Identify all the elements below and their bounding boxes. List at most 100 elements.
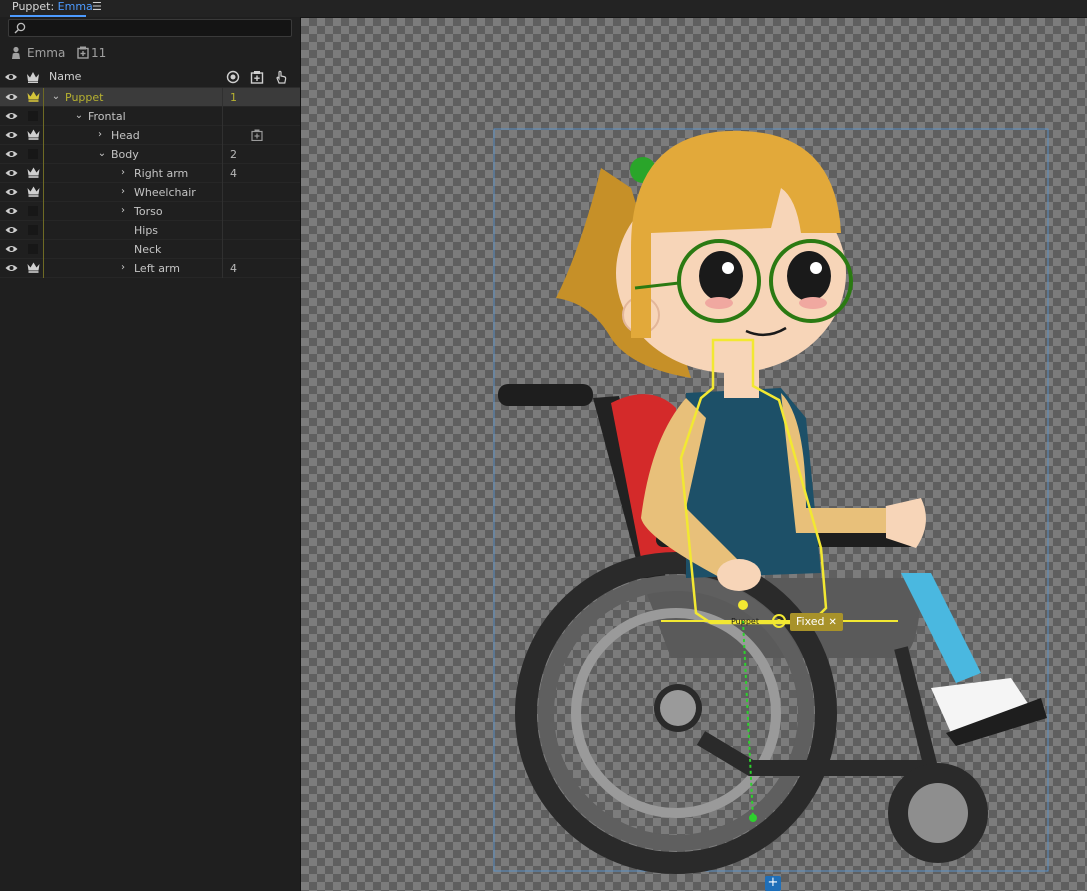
close-icon[interactable]: ✕ [829, 617, 837, 628]
tab-puppet[interactable]: Puppet: Emma [12, 0, 93, 14]
eye-highlight [722, 262, 734, 274]
crown-icon[interactable] [27, 186, 40, 197]
layer-count: 1 [230, 91, 237, 104]
scene-canvas[interactable]: Puppet Fixed ✕ + [301, 18, 1087, 891]
column-divider [222, 221, 223, 240]
plus-square-icon[interactable] [251, 129, 263, 141]
chevron-right-icon[interactable]: › [117, 204, 129, 218]
layer-count: 4 [230, 262, 237, 275]
layer-label: Puppet [65, 91, 104, 104]
crown-empty-box[interactable] [28, 111, 38, 121]
layer-list: ⌄ Puppet 1 ⌄ Frontal › Head ⌄ Body 2 › R… [0, 88, 300, 278]
tab-puppet-name: Emma [57, 0, 93, 13]
layer-label: Right arm [134, 167, 189, 180]
puppet-artwork[interactable]: Puppet [301, 18, 1087, 891]
column-divider [222, 88, 223, 107]
selection-bar [43, 88, 44, 107]
eye-icon[interactable] [5, 111, 18, 121]
selection-bar [43, 240, 44, 259]
eye-icon[interactable] [5, 244, 18, 254]
eye-left [699, 251, 743, 301]
eye-icon[interactable] [4, 70, 18, 84]
right-hand [717, 559, 761, 591]
eye-icon[interactable] [5, 149, 18, 159]
crown-empty-box[interactable] [28, 225, 38, 235]
chevron-right-icon[interactable]: › [117, 261, 129, 275]
layer-label: Torso [134, 205, 163, 218]
search-input[interactable] [29, 20, 287, 36]
crown-empty-box[interactable] [28, 206, 38, 216]
eye-icon[interactable] [5, 130, 18, 140]
crown-empty-box[interactable] [28, 244, 38, 254]
search-box[interactable] [8, 19, 292, 37]
crown-empty-box[interactable] [28, 149, 38, 159]
layer-row-right-arm[interactable]: › Right arm 4 [0, 164, 300, 183]
origin-label: Puppet [731, 617, 759, 626]
selection-bar [43, 164, 44, 183]
layer-count: 2 [230, 148, 237, 161]
selection-bar [43, 183, 44, 202]
fixed-tag[interactable]: Fixed ✕ [790, 613, 843, 631]
chevron-down-icon[interactable]: ⌄ [73, 109, 85, 123]
tab-prefix: Puppet: [12, 0, 58, 13]
layer-row-body[interactable]: ⌄ Body 2 [0, 145, 300, 164]
layer-row-head[interactable]: › Head [0, 126, 300, 145]
layer-row-torso[interactable]: › Torso [0, 202, 300, 221]
chevron-down-icon[interactable]: ⌄ [50, 90, 62, 104]
layer-count: 4 [230, 167, 237, 180]
crown-icon[interactable] [27, 167, 40, 178]
eye-icon[interactable] [5, 206, 18, 216]
eye-icon[interactable] [5, 187, 18, 197]
eye-highlight [810, 262, 822, 274]
chevron-right-icon[interactable]: › [117, 185, 129, 199]
column-divider [222, 259, 223, 278]
layer-count-icon [77, 46, 89, 59]
wheelchair-handle [498, 384, 593, 406]
eye-icon[interactable] [5, 92, 18, 102]
origin-handle[interactable] [738, 600, 748, 610]
caster-wheel [908, 783, 968, 843]
eye-icon[interactable] [5, 263, 18, 273]
chevron-down-icon[interactable]: ⌄ [96, 147, 108, 161]
layer-label: Neck [134, 243, 162, 256]
eye-icon[interactable] [5, 168, 18, 178]
record-icon[interactable] [226, 70, 240, 84]
column-divider [222, 164, 223, 183]
layer-row-neck[interactable]: Neck [0, 240, 300, 259]
fixed-tag-label: Fixed [796, 615, 825, 628]
layer-label: Wheelchair [134, 186, 196, 199]
crown-icon[interactable] [27, 129, 40, 140]
layer-row-puppet[interactable]: ⌄ Puppet 1 [0, 88, 300, 107]
add-behavior-icon[interactable] [250, 70, 264, 84]
crown-icon[interactable] [26, 70, 40, 84]
layer-count: 11 [91, 46, 107, 60]
eye-right [787, 251, 831, 301]
column-divider [222, 107, 223, 126]
layer-row-frontal[interactable]: ⌄ Frontal [0, 107, 300, 126]
trigger-hand-icon[interactable] [274, 70, 288, 84]
eye-icon[interactable] [5, 225, 18, 235]
layer-row-wheelchair[interactable]: › Wheelchair [0, 183, 300, 202]
selection-bar [43, 107, 44, 126]
layer-list-header: Name [0, 67, 300, 88]
chevron-right-icon[interactable]: › [94, 128, 106, 142]
selection-bar [43, 145, 44, 164]
add-handle-button[interactable]: + [765, 876, 781, 891]
layer-row-left-arm[interactable]: › Left arm 4 [0, 259, 300, 278]
wheel-hub [660, 690, 696, 726]
puppet-panel: Emma 11 Name ⌄ Puppet 1 ⌄ Frontal › Head… [0, 17, 301, 891]
layer-row-hips[interactable]: Hips [0, 221, 300, 240]
crown-icon[interactable] [27, 262, 40, 273]
column-divider [222, 240, 223, 259]
fixed-handle-center [777, 619, 781, 623]
crown-icon[interactable] [27, 91, 40, 102]
layer-label: Hips [134, 224, 159, 237]
panel-tab-bar: Puppet: Emma ☰ [0, 0, 1087, 18]
panel-menu-icon[interactable]: ☰ [92, 0, 102, 14]
layer-label: Head [111, 129, 140, 142]
selection-bar [43, 126, 44, 145]
column-name[interactable]: Name [49, 70, 81, 83]
chevron-right-icon[interactable]: › [117, 166, 129, 180]
dragger-handle[interactable] [749, 814, 757, 822]
puppet-name-label: Emma [27, 46, 66, 60]
